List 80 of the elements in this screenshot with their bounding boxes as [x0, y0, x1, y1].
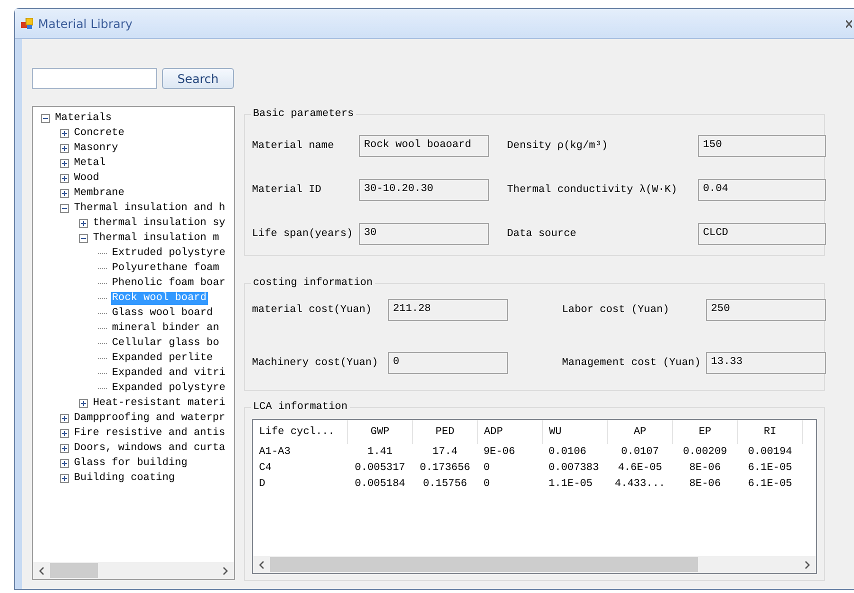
table-cell: 9E-06: [478, 444, 542, 460]
table-cell: 0.00194: [738, 444, 802, 460]
tree-item[interactable]: Building coating: [73, 472, 176, 485]
group-title: costing information: [251, 276, 375, 290]
table-cell-text: 1.1E-05: [548, 477, 594, 492]
table-cell-text: 0: [482, 477, 491, 492]
tree-item[interactable]: Concrete: [73, 127, 126, 140]
column-header[interactable]: PED: [412, 420, 478, 444]
group-title: Basic parameters: [251, 107, 356, 121]
column-header[interactable]: AP: [608, 420, 672, 444]
table-cell: 0.0107: [608, 444, 672, 460]
table-cell-text: 0.007383: [548, 461, 600, 476]
tree-item[interactable]: Expanded and vitri: [111, 367, 226, 380]
input-field[interactable]: 250: [706, 299, 826, 321]
column-header[interactable]: ADP: [478, 420, 542, 444]
column-header[interactable]: EP: [672, 420, 738, 444]
tree-item[interactable]: Thermal insulation m: [92, 232, 220, 245]
table-cell-text: 0.005317: [354, 461, 406, 476]
column-header[interactable]: Life cycl...: [253, 420, 348, 444]
tree-item[interactable]: Glass for building: [73, 457, 188, 470]
table-cell: A1-A3: [253, 444, 348, 460]
table-cell-text: 0: [482, 461, 491, 476]
field-label: Management cost (Yuan): [561, 357, 702, 369]
tree-item[interactable]: Wood: [73, 172, 100, 185]
field-label: Thermal conductivity λ(W·K): [506, 184, 678, 196]
field-label: material cost(Yuan): [252, 304, 373, 316]
table-cell: 0.00209: [672, 444, 738, 460]
tree-item[interactable]: Metal: [73, 157, 107, 170]
tree-item[interactable]: Masonry: [73, 142, 120, 155]
tree-item[interactable]: Extruded polystyre: [111, 247, 226, 260]
field-label: Data source: [506, 228, 578, 240]
column-header[interactable]: GWP: [348, 420, 412, 444]
table-cell-text: 8E-06: [688, 461, 722, 476]
tree-item[interactable]: Phenolic foam boar: [111, 277, 226, 290]
field-label: Machinery cost(Yuan): [252, 357, 380, 369]
input-field[interactable]: 30: [359, 223, 489, 245]
tree-item[interactable]: Expanded polystyre: [111, 382, 226, 395]
table-cell-text: 4.433...: [614, 477, 666, 492]
window-title: Material Library: [38, 16, 134, 30]
input-field[interactable]: 211.28: [388, 299, 508, 321]
tree-item[interactable]: Glass wool board: [111, 307, 214, 320]
input-field[interactable]: 0: [388, 352, 508, 374]
input-field[interactable]: 30-10.20.30: [359, 179, 489, 201]
field-label: Labor cost (Yuan): [561, 304, 670, 316]
field-label: Material name: [252, 140, 335, 152]
table-cell-text: 0.005184: [354, 477, 406, 492]
input-field[interactable]: 0.04: [698, 179, 826, 201]
field-label: Material ID: [252, 184, 322, 196]
input-field[interactable]: 13.33: [706, 352, 826, 374]
tree-item[interactable]: Membrane: [73, 187, 126, 200]
table-cell: 0.0106: [542, 444, 608, 460]
tree-item[interactable]: Materials: [54, 112, 113, 125]
search-button[interactable]: Search: [162, 68, 234, 89]
field-label: Density ρ(kg/m³): [506, 140, 609, 152]
field-label: Life span(years): [252, 228, 354, 240]
column-header[interactable]: RI: [738, 420, 802, 444]
tree-item[interactable]: Fire resistive and antis: [73, 427, 226, 440]
table-cell-text: 8E-06: [688, 477, 722, 492]
column-header[interactable]: WU: [542, 420, 608, 444]
table-cell-text: 0.173656: [418, 461, 472, 476]
tree-item[interactable]: Doors, windows and curta: [73, 442, 226, 455]
input-field[interactable]: CLCD: [698, 223, 826, 245]
table-cell-text: D: [258, 477, 266, 492]
tree-item[interactable]: Polyurethane foam: [111, 262, 220, 275]
table-cell-text: C4: [258, 461, 273, 476]
tree-item[interactable]: thermal insulation sy: [92, 217, 226, 230]
tree-item[interactable]: Dampproofing and waterpr: [73, 412, 226, 425]
tree-item[interactable]: Cellular glass bo: [111, 337, 220, 350]
table-cell: 1.41: [348, 444, 412, 460]
table-cell-text: 0.15756: [422, 477, 468, 492]
input-field[interactable]: Rock wool boaoard: [359, 135, 489, 157]
tree-item[interactable]: Thermal insulation and h: [73, 202, 226, 215]
table-cell-text: 6.1E-05: [746, 461, 794, 476]
tree-item[interactable]: Heat-resistant materi: [92, 397, 226, 410]
input-field[interactable]: 150: [698, 135, 826, 157]
table-cell: 17.4: [412, 444, 478, 460]
tree-item[interactable]: Expanded perlite: [111, 352, 214, 365]
tree-item[interactable]: mineral binder an: [111, 322, 220, 335]
table-cell-text: 4.6E-05: [616, 461, 664, 476]
table-cell-text: 6.1E-05: [746, 477, 794, 492]
